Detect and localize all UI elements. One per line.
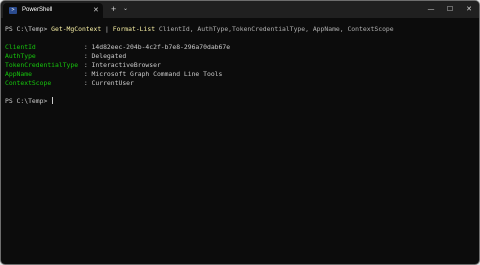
tab-powershell[interactable]: > PowerShell ✕ <box>3 3 103 18</box>
text-cursor <box>52 97 54 104</box>
terminal-window: > PowerShell ✕ + ⌄ — ☐ ✕ PS C:\Temp> Get… <box>0 0 480 265</box>
minimize-icon[interactable]: — <box>421 1 441 18</box>
tab-close-icon[interactable]: ✕ <box>93 3 99 18</box>
new-tab-icon[interactable]: + <box>111 1 116 18</box>
output-separator: : <box>80 52 92 60</box>
output-field: TokenCredentialType <box>5 61 79 69</box>
prompt: PS C:\Temp> <box>5 25 52 33</box>
output-field: AppName <box>5 70 32 78</box>
powershell-icon: > <box>9 7 17 14</box>
chevron-down-icon[interactable]: ⌄ <box>123 1 128 18</box>
terminal-output[interactable]: PS C:\Temp> Get-MgContext | Format-List … <box>5 25 479 106</box>
command-args: ClientId, AuthType,TokenCredentialType, … <box>155 25 394 33</box>
output-field: ClientId <box>5 43 36 51</box>
cmdlet: Get-MgContext <box>51 25 102 33</box>
output-separator: : <box>80 70 92 78</box>
format-cmdlet: Format-List <box>112 25 156 33</box>
output-value: 14d82eec-204b-4c2f-b7e8-296a70dab67e <box>91 43 231 51</box>
output-row: ClientId : 14d82eec-204b-4c2f-b7e8-296a7… <box>5 43 479 52</box>
pipe: | <box>101 25 113 33</box>
output-value: Delegated <box>91 52 127 60</box>
maximize-icon[interactable]: ☐ <box>440 1 460 18</box>
close-window-icon[interactable]: ✕ <box>459 1 479 18</box>
title-bar: > PowerShell ✕ + ⌄ — ☐ ✕ <box>1 1 479 18</box>
output-field: ContextScope <box>5 79 52 87</box>
output-value: InteractiveBrowser <box>91 61 161 69</box>
prompt: PS C:\Temp> <box>5 97 52 105</box>
output-value: Microsoft Graph Command Line Tools <box>91 70 223 78</box>
tab-title: PowerShell <box>22 7 53 13</box>
output-field: AuthType <box>5 52 36 60</box>
output-row: AppName : Microsoft Graph Command Line T… <box>5 70 479 79</box>
command-line: PS C:\Temp> Get-MgContext | Format-List … <box>5 25 479 34</box>
output-separator: : <box>80 61 92 69</box>
output-separator: : <box>80 79 92 87</box>
output-value: CurrentUser <box>91 79 134 87</box>
output-row: AuthType : Delegated <box>5 52 479 61</box>
output-separator: : <box>80 43 92 51</box>
output-row: TokenCredentialType : InteractiveBrowser <box>5 61 479 70</box>
input-line[interactable]: PS C:\Temp> <box>5 97 479 106</box>
output-row: ContextScope : CurrentUser <box>5 79 479 88</box>
